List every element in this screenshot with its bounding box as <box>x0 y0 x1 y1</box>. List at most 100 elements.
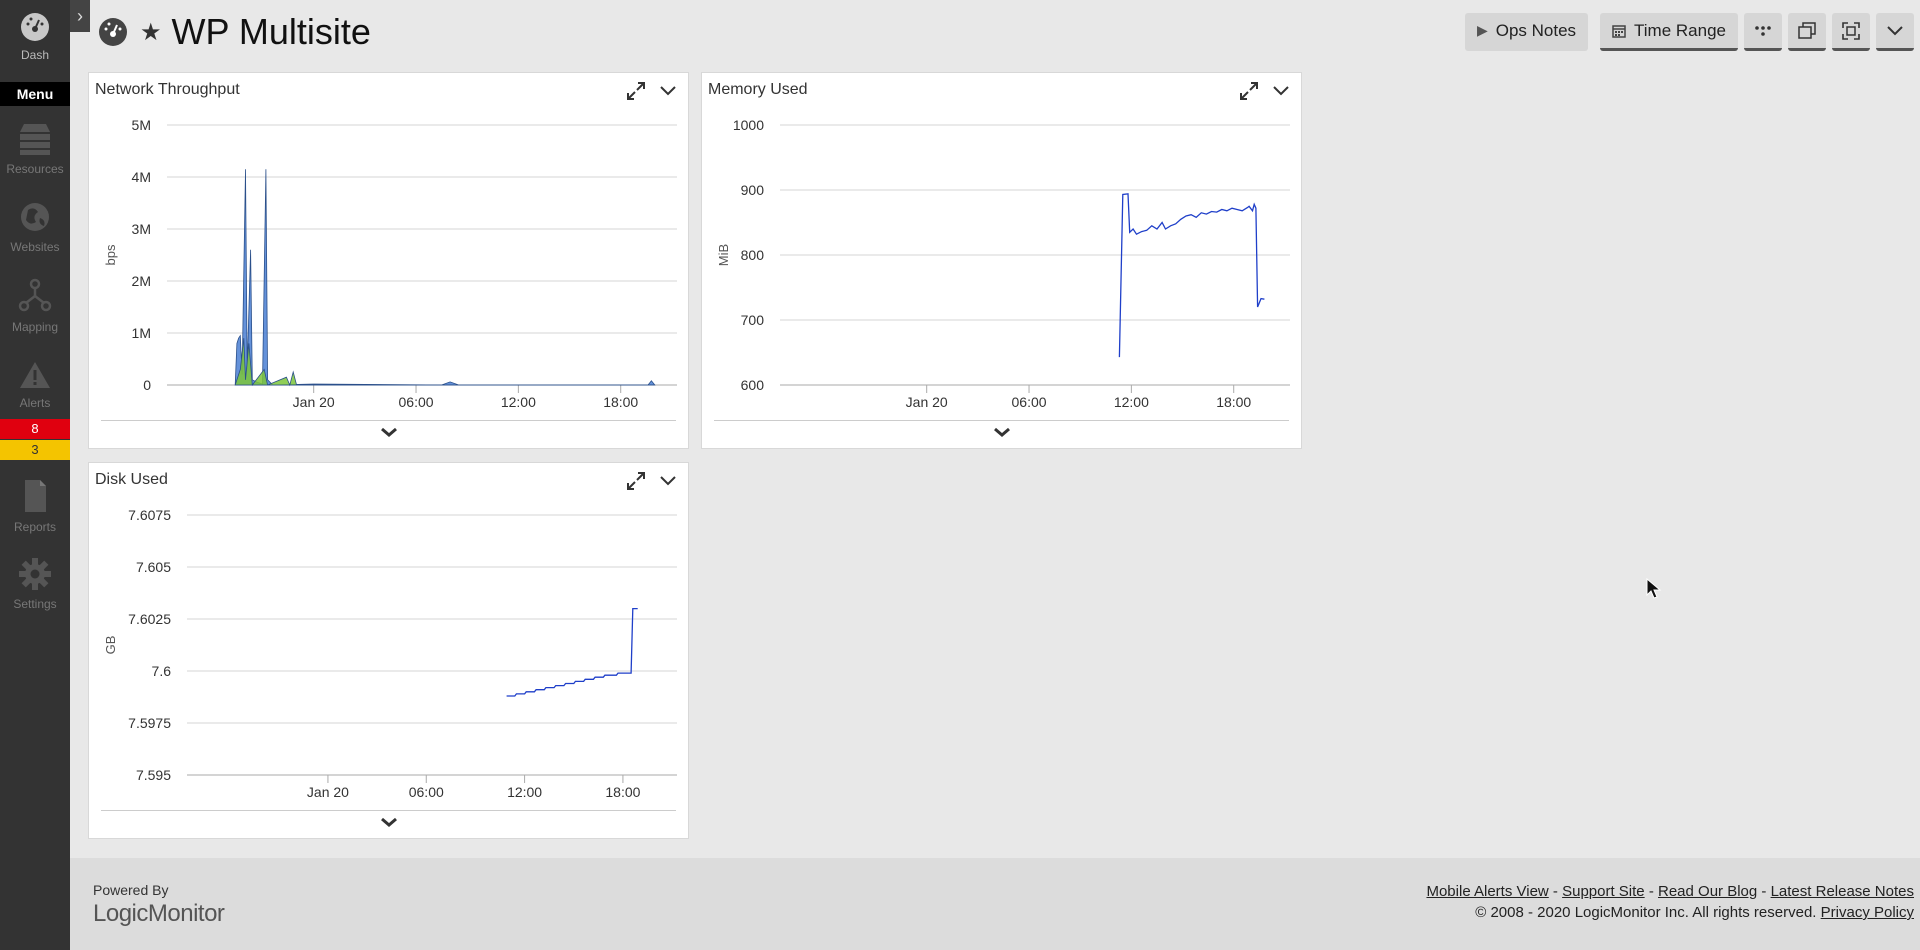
privacy-policy-link[interactable]: Privacy Policy <box>1821 904 1914 921</box>
copyright: © 2008 - 2020 LogicMonitor Inc. All righ… <box>1475 904 1914 921</box>
menu-button[interactable]: Menu <box>0 82 70 106</box>
sidebar-item-label: Mapping <box>11 320 59 334</box>
y-tick-label: 600 <box>741 377 765 393</box>
fullscreen-button[interactable] <box>1832 13 1870 51</box>
series-line <box>1118 193 1265 358</box>
x-tick-label: 18:00 <box>603 394 638 410</box>
y-tick-label: 3M <box>132 221 151 237</box>
page-title: WP Multisite <box>171 11 371 52</box>
y-axis-label: GB <box>103 636 118 655</box>
page-header: ★ WP Multisite <box>98 8 371 56</box>
report-icon <box>25 480 46 512</box>
sidebar-item-reports[interactable]: Reports <box>0 478 70 534</box>
release-notes-link[interactable]: Latest Release Notes <box>1771 883 1914 900</box>
chevron-down-icon[interactable] <box>1271 81 1291 101</box>
widget-network-throughput: Network Throughput 5M 4M 3M 2M 1M 0 Jan 20 06:0… <box>88 72 689 449</box>
y-tick-label: 7.6075 <box>128 507 171 523</box>
chevron-down-icon <box>1887 25 1903 35</box>
sidebar-expand-toggle[interactable]: › <box>70 0 90 32</box>
widget-memory-used: Memory Used 1000 900 800 700 600 Jan 20 06:00 1… <box>701 72 1302 449</box>
series-line <box>506 607 638 697</box>
x-tick-label: Jan 20 <box>293 394 335 410</box>
chevron-down-icon[interactable] <box>658 81 678 101</box>
y-tick-label: 900 <box>741 182 765 198</box>
series-area <box>234 169 656 386</box>
y-tick-label: 7.6 <box>152 663 172 679</box>
sidebar-item-label: Reports <box>13 520 57 534</box>
globe-icon <box>21 203 49 231</box>
widget-title: Network Throughput <box>95 81 240 98</box>
sidebar-item-settings[interactable]: Settings <box>0 557 70 611</box>
chevron-down-icon[interactable] <box>990 425 1014 441</box>
dashboard-menu-button[interactable] <box>1876 13 1914 51</box>
y-tick-label: 7.6025 <box>128 611 171 627</box>
sidebar-item-dash[interactable]: Dash <box>0 0 70 80</box>
x-tick-label: Jan 20 <box>307 784 349 800</box>
x-tick-label: Jan 20 <box>906 394 948 410</box>
x-tick-label: 12:00 <box>501 394 536 410</box>
mouse-cursor-icon <box>1646 578 1662 599</box>
clone-icon <box>1798 21 1816 39</box>
y-tick-label: 1M <box>132 325 151 341</box>
time-range-button[interactable]: Time Range <box>1600 13 1738 51</box>
support-site-link[interactable]: Support Site <box>1562 883 1645 900</box>
sidebar-item-mapping[interactable]: Mapping <box>0 278 70 334</box>
more-options-icon <box>1755 25 1771 36</box>
expand-icon[interactable] <box>626 471 646 491</box>
y-tick-label: 7.595 <box>136 767 171 783</box>
network-throughput-chart: 5M 4M 3M 2M 1M 0 Jan 20 06:00 12:00 18:00 bps <box>103 117 677 410</box>
x-tick-label: 06:00 <box>399 394 434 410</box>
favorite-star-icon[interactable]: ★ <box>140 18 162 47</box>
link-separator: - <box>1644 883 1658 900</box>
alert-icon <box>20 362 50 388</box>
sidebar-item-resources[interactable]: Resources <box>0 120 70 176</box>
dashboard-toolbar: ▶ Ops Notes Time Range <box>1464 13 1920 51</box>
chevron-down-icon[interactable] <box>658 471 678 491</box>
disk-used-chart: 7.6075 7.605 7.6025 7.6 7.5975 7.595 Jan 20 06:… <box>103 507 677 800</box>
y-tick-label: 2M <box>132 273 151 289</box>
ops-notes-label: Ops Notes <box>1495 20 1577 40</box>
critical-alert-count[interactable]: 8 <box>0 419 70 439</box>
chevron-down-icon[interactable] <box>377 815 401 831</box>
widget-title: Memory Used <box>708 81 808 98</box>
x-tick-label: 18:00 <box>605 784 640 800</box>
y-tick-label: 5M <box>132 117 151 133</box>
clone-button[interactable] <box>1788 13 1826 51</box>
gear-icon <box>19 558 51 590</box>
y-axis-label: bps <box>103 244 118 265</box>
widget-title: Disk Used <box>95 471 168 488</box>
ops-notes-button[interactable]: ▶ Ops Notes <box>1464 13 1589 51</box>
y-tick-label: 7.5975 <box>128 715 171 731</box>
expand-icon[interactable] <box>1239 81 1259 101</box>
widget-divider <box>101 420 676 421</box>
sidebar: Dash Menu Resources Websites Mapping Ale… <box>0 0 70 950</box>
expand-icon[interactable] <box>626 81 646 101</box>
sidebar-item-websites[interactable]: Websites <box>0 200 70 254</box>
y-axis-label: MiB <box>716 244 731 266</box>
y-tick-label: 7.605 <box>136 559 171 575</box>
x-tick-label: 06:00 <box>1012 394 1047 410</box>
resources-icon <box>20 124 50 155</box>
warning-alert-count[interactable]: 3 <box>0 440 70 460</box>
mobile-alerts-link[interactable]: Mobile Alerts View <box>1426 883 1548 900</box>
widget-disk-used: Disk Used 7.6075 7.605 7.6025 7.6 7.5975 7.59… <box>88 462 689 839</box>
y-tick-label: 700 <box>741 312 765 328</box>
memory-used-chart: 1000 900 800 700 600 Jan 20 06:00 12:00 18:00 MiB <box>716 117 1290 410</box>
time-range-label: Time Range <box>1634 20 1726 40</box>
powered-by-label: Powered By <box>93 882 169 898</box>
link-separator: - <box>1757 883 1771 900</box>
sidebar-item-label: Resources <box>6 162 64 176</box>
sidebar-item-label: Alerts <box>19 396 51 410</box>
sidebar-item-alerts[interactable]: Alerts <box>0 360 70 410</box>
y-tick-label: 1000 <box>733 117 764 133</box>
chevron-down-icon[interactable] <box>377 425 401 441</box>
x-tick-label: 18:00 <box>1216 394 1251 410</box>
caret-right-icon: ▶ <box>1476 22 1488 38</box>
y-tick-label: 800 <box>741 247 765 263</box>
page-footer: Powered By LogicMonitor Mobile Alerts Vi… <box>70 858 1920 950</box>
calendar-icon <box>1612 24 1626 38</box>
sidebar-item-label: Websites <box>10 240 60 254</box>
sidebar-item-label: Dash <box>20 48 49 62</box>
options-button[interactable] <box>1744 13 1782 51</box>
read-blog-link[interactable]: Read Our Blog <box>1658 883 1757 900</box>
